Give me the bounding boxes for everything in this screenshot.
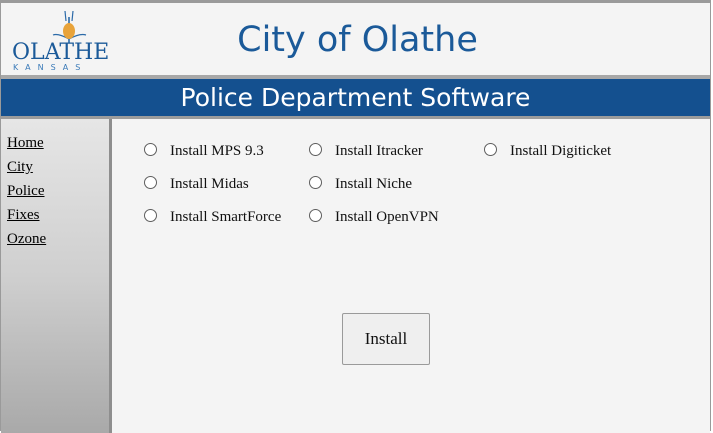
sidebar-link-ozone[interactable]: Ozone	[7, 230, 46, 248]
radio-midas[interactable]	[144, 176, 157, 189]
software-install-panel: Install MPS 9.3 Install Itracker Install…	[112, 119, 710, 433]
option-label-itracker: Install Itracker	[335, 143, 423, 159]
radio-niche[interactable]	[309, 176, 322, 189]
sidebar-link-home[interactable]: Home	[7, 134, 44, 152]
site-header: OLATHE KANSAS City of Olathe	[1, 3, 710, 75]
radio-digiticket[interactable]	[484, 143, 497, 156]
radio-openvpn[interactable]	[309, 209, 322, 222]
option-label-mps: Install MPS 9.3	[170, 143, 264, 159]
sidebar-nav: Home City Police Fixes Ozone	[1, 119, 112, 433]
sidebar-link-police[interactable]: Police	[7, 182, 45, 200]
install-button[interactable]: Install	[342, 313, 430, 365]
option-label-midas: Install Midas	[170, 176, 249, 192]
logo-subtitle: KANSAS	[13, 63, 88, 72]
option-label-digiticket: Install Digiticket	[510, 143, 612, 159]
radio-itracker[interactable]	[309, 143, 322, 156]
option-label-openvpn: Install OpenVPN	[335, 209, 439, 225]
sidebar-link-city[interactable]: City	[7, 158, 33, 176]
radio-smartforce[interactable]	[144, 209, 157, 222]
radio-mps[interactable]	[144, 143, 157, 156]
site-title: City of Olathe	[237, 20, 478, 60]
browser-frame: OLATHE KANSAS City of Olathe Police Depa…	[0, 0, 711, 433]
page-banner: Police Department Software	[1, 79, 710, 116]
sidebar-link-fixes[interactable]: Fixes	[7, 206, 40, 224]
option-label-niche: Install Niche	[335, 176, 413, 192]
option-label-smartforce: Install SmartForce	[170, 209, 282, 225]
